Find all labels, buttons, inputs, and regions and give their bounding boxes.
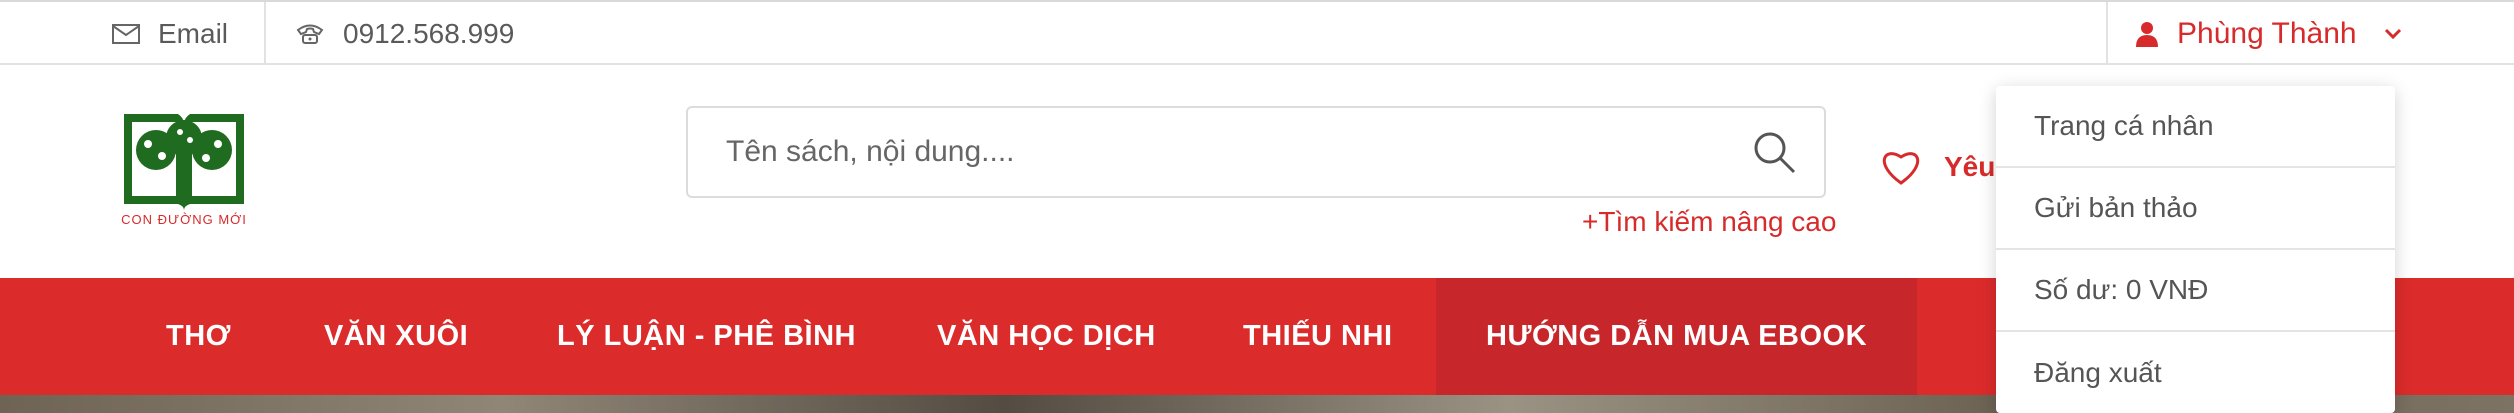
wishlist-label: Yêu bbox=[1944, 151, 1996, 182]
search-box bbox=[686, 106, 1826, 198]
logo-text: CON ĐƯỜNG MỚI bbox=[121, 212, 247, 227]
user-icon bbox=[2136, 21, 2158, 47]
email-label: Email bbox=[158, 17, 229, 49]
top-bar: Email 0912.568.999 Phùng Thành bbox=[0, 0, 2514, 65]
divider bbox=[2106, 2, 2108, 65]
wishlist-link[interactable]: Yêu bbox=[1880, 148, 1995, 186]
user-dropdown-menu: Trang cá nhân Gửi bản thảo Số dư: 0 VNĐ … bbox=[1996, 86, 2395, 413]
user-menu-toggle[interactable]: Phùng Thành bbox=[2135, 2, 2403, 65]
menu-item-logout[interactable]: Đăng xuất bbox=[1996, 332, 2395, 413]
nav-item-tho[interactable]: THƠ bbox=[166, 278, 231, 395]
nav-item-van-hoc-dich[interactable]: VĂN HỌC DỊCH bbox=[937, 278, 1156, 395]
menu-item-submit-manuscript[interactable]: Gửi bản thảo bbox=[1996, 168, 2395, 250]
advanced-search-link[interactable]: +Tìm kiếm nâng cao bbox=[1582, 206, 1836, 238]
phone-number: 0912.568.999 bbox=[343, 17, 515, 49]
phone-link[interactable]: 0912.568.999 bbox=[295, 2, 514, 65]
search-button[interactable] bbox=[1750, 128, 1798, 176]
nav-item-van-xuoi[interactable]: VĂN XUÔI bbox=[324, 278, 468, 395]
search-icon bbox=[1754, 132, 1796, 174]
chevron-down-icon bbox=[2384, 28, 2401, 39]
site-logo[interactable]: CON ĐƯỜNG MỚI bbox=[118, 108, 250, 233]
nav-item-huong-dan-mua-ebook[interactable]: HƯỚNG DẪN MUA EBOOK bbox=[1436, 278, 1918, 395]
mail-icon bbox=[112, 23, 140, 44]
divider bbox=[264, 2, 266, 65]
nav-item-thieu-nhi[interactable]: THIẾU NHI bbox=[1243, 278, 1393, 395]
book-tree-logo-icon bbox=[124, 114, 244, 210]
heart-icon bbox=[1882, 152, 1920, 185]
nav-item-ly-luan-phe-binh[interactable]: LÝ LUẬN - PHÊ BÌNH bbox=[557, 278, 856, 395]
menu-item-balance[interactable]: Số dư: 0 VNĐ bbox=[1996, 250, 2395, 332]
email-link[interactable]: Email bbox=[112, 2, 228, 65]
user-name: Phùng Thành bbox=[2177, 16, 2357, 50]
menu-item-profile[interactable]: Trang cá nhân bbox=[1996, 86, 2395, 168]
phone-icon bbox=[296, 24, 324, 44]
search-input[interactable] bbox=[726, 108, 1726, 196]
